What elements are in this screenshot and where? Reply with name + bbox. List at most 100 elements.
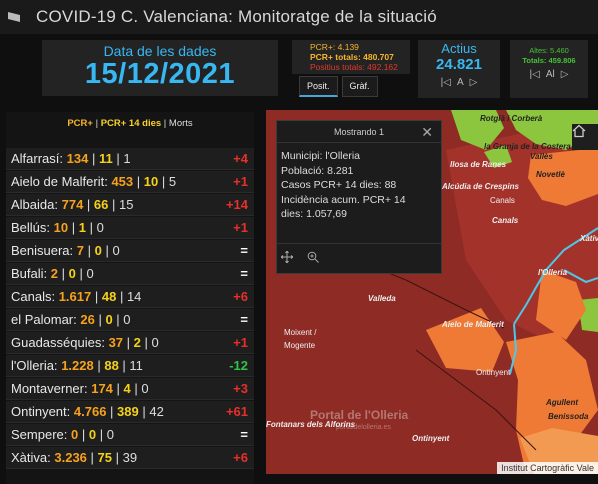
pcr14-value: 389	[117, 404, 139, 419]
map-attribution[interactable]: Institut Cartogràfic Vale	[497, 462, 598, 474]
list-item[interactable]: Bellús: 10 | 1 | 0 +1	[6, 217, 254, 239]
list-item[interactable]: Canals: 1.617 | 48 | 14 +6	[6, 286, 254, 308]
pcr14-value: 66	[93, 197, 109, 212]
list-item[interactable]: Albaida: 774 | 66 | 15 +14	[6, 194, 254, 216]
pcr-value: 7	[76, 243, 85, 258]
change-badge: +1	[233, 335, 248, 350]
list-item[interactable]: Sempere: 0 | 0 | 0 =	[6, 424, 254, 446]
change-badge: -12	[229, 358, 248, 373]
home-icon	[572, 124, 586, 138]
municipality-name: Benisuera:	[11, 243, 74, 258]
header-morts: Morts	[168, 118, 193, 129]
list-item[interactable]: Ontinyent: 4.766 | 389 | 42 +61	[6, 401, 254, 423]
panel-tabs: Posit. Gràf.	[299, 76, 378, 97]
map-label-canals-area: Canals	[490, 196, 515, 205]
watermark-text: Portal de l'Olleria	[310, 408, 409, 422]
municipality-name: Bellús:	[11, 220, 51, 235]
change-badge: +61	[225, 404, 248, 419]
pcr14-value: 0	[94, 243, 102, 258]
map-label-llosa: llosa de Ranes	[450, 160, 507, 169]
municipality-name: Sempere:	[11, 427, 68, 442]
pcr14-value: 88	[104, 358, 119, 373]
date-label: Data de les dades	[103, 43, 217, 59]
pcr-value: 10	[53, 220, 69, 235]
pcr14-value: 0	[105, 312, 113, 327]
pcr14-value: 48	[101, 289, 117, 304]
actius-panel: Actius 24.821 |◁ A ▷	[418, 40, 500, 98]
popup-actions	[277, 243, 441, 273]
next-page-icon[interactable]: ▷	[561, 70, 569, 80]
close-icon[interactable]: ✕	[421, 121, 433, 143]
pcr-value: 26	[80, 312, 95, 327]
list-item[interactable]: l'Olleria: 1.228 | 88 | 11 -12	[6, 355, 254, 377]
list-item[interactable]: Aielo de Malferit: 453 | 10 | 5 +1	[6, 171, 254, 193]
morts-value: 14	[126, 289, 142, 304]
municipality-name: Bufali:	[11, 266, 48, 281]
map-label-aielo: Aielo de Malferit	[442, 320, 504, 329]
municipality-name: l'Olleria:	[11, 358, 58, 373]
list-item[interactable]: Montaverner: 174 | 4 | 0 +3	[6, 378, 254, 400]
pcr-value: 2	[50, 266, 58, 281]
pcr-value: 174	[91, 381, 113, 396]
pcr-value: 3.236	[54, 450, 87, 465]
municipality-name: Canals:	[11, 289, 56, 304]
altes-totals: Totals: 459.806	[522, 56, 576, 65]
positius-totals: Positius totals: 492.162	[310, 62, 398, 72]
change-badge: +6	[233, 289, 248, 304]
list-item[interactable]: el Palomar: 26 | 0 | 0 =	[6, 309, 254, 331]
actius-pager: |◁ A ▷	[418, 77, 500, 88]
municipality-name: Ontinyent:	[11, 404, 71, 419]
pcr-panel: PCR+: 4.139 PCR+ totals: 480.707 Positiu…	[292, 40, 410, 74]
watermark-subtext: portaldelolleria.es	[336, 424, 391, 431]
pcr-value: 1.617	[58, 289, 92, 304]
map-label-valles: Vallès	[530, 152, 553, 161]
pcr-count: PCR+: 4.139	[310, 42, 359, 52]
date-value: 15/12/2021	[84, 58, 236, 90]
pan-icon[interactable]	[280, 250, 294, 268]
list-item[interactable]: Bufali: 2 | 0 | 0 =	[6, 263, 254, 285]
tab-posit[interactable]: Posit.	[299, 76, 338, 97]
pcr14-value: 11	[98, 151, 113, 166]
altes-count: Altes: 5.460	[529, 46, 569, 55]
morts-value: 15	[119, 197, 134, 212]
map-label-rotgla: Rotglà i Corberà	[480, 114, 543, 123]
morts-value: 42	[149, 404, 164, 419]
pcr14-value: 1	[78, 220, 86, 235]
tab-graf[interactable]: Gràf.	[341, 76, 378, 97]
popup-line-poblacio: Població: 8.281	[281, 164, 354, 177]
first-page-icon[interactable]: |◁	[530, 70, 540, 80]
list-item[interactable]: Guadasséquies: 37 | 2 | 0 +1	[6, 332, 254, 354]
municipality-name: Guadasséquies:	[11, 335, 105, 350]
map-label-mogente: Mogente	[284, 341, 316, 350]
list-item[interactable]: Alfarrasí: 134 | 11 | 1 +4	[6, 148, 254, 170]
next-page-icon[interactable]: ▷	[470, 77, 478, 88]
actius-label: Actius	[441, 41, 477, 56]
first-page-icon[interactable]: |◁	[441, 77, 451, 88]
page-indicator: A	[456, 77, 464, 88]
change-badge: +3	[233, 381, 248, 396]
morts-value: 0	[86, 266, 94, 281]
map-label-granja: la Granja de la Costera	[484, 142, 571, 151]
morts-value: 0	[123, 312, 131, 327]
list-item[interactable]: Xàtiva: 3.236 | 75 | 39 +6	[6, 447, 254, 469]
map-label-benissoda: Benissoda	[548, 412, 589, 421]
pcr-value: 4.766	[73, 404, 107, 419]
pcr14-value: 2	[133, 335, 141, 350]
home-button[interactable]	[572, 124, 598, 150]
municipality-list: PCR+ | PCR+ 14 dies | Morts Alfarrasí: 1…	[6, 112, 254, 484]
list-item[interactable]: Benisuera: 7 | 0 | 0 =	[6, 240, 254, 262]
change-badge: +1	[233, 174, 248, 189]
municipality-name: Alfarrasí:	[11, 151, 64, 166]
map-label-ontinyent-area: Ontinyent	[476, 368, 511, 377]
change-badge: =	[240, 266, 248, 281]
header-pcr14: PCR+ 14 dies	[100, 118, 162, 129]
popup-line-casos: Casos PCR+ 14 dies: 88	[281, 179, 397, 191]
map-label-agullent: Agullent	[546, 398, 578, 407]
date-panel: Data de les dades 15/12/2021	[42, 40, 278, 96]
list-header: PCR+ | PCR+ 14 dies | Morts	[67, 118, 193, 129]
feature-popup: Mostrando 1 ✕ Municipi: l'Olleria Poblac…	[276, 120, 442, 274]
municipality-name: Xàtiva:	[11, 450, 51, 465]
morts-value: 39	[122, 450, 138, 465]
zoom-to-icon[interactable]	[307, 250, 319, 268]
pcr-value: 453	[111, 174, 134, 189]
